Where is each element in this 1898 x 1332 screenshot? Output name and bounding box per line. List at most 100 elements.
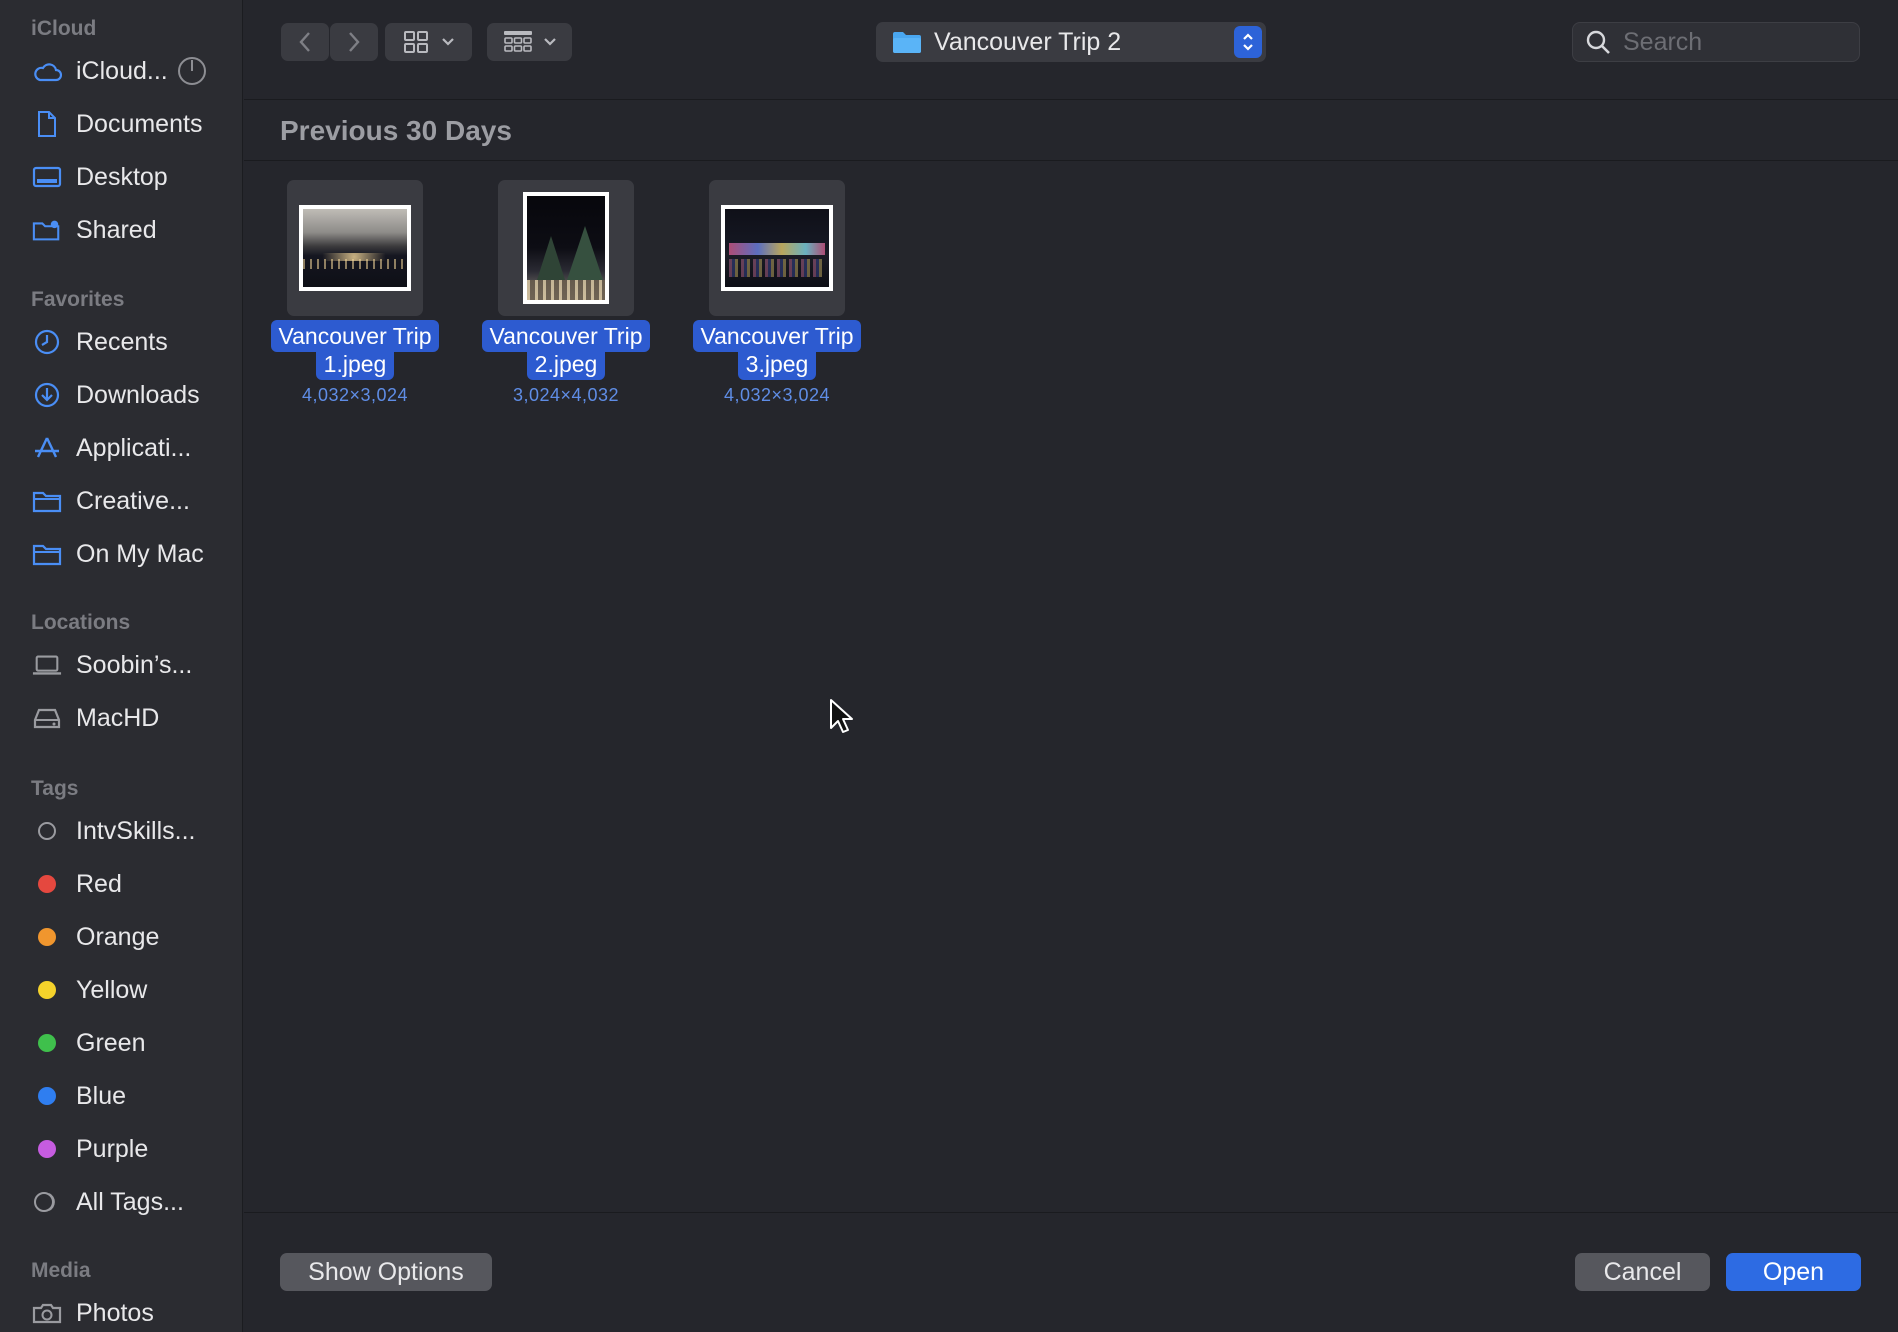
chevron-down-icon bbox=[441, 38, 454, 46]
cancel-button[interactable]: Cancel bbox=[1575, 1253, 1710, 1291]
document-icon bbox=[32, 109, 62, 139]
folder-icon bbox=[893, 32, 921, 53]
photo-thumbnail-city-night-icon bbox=[299, 205, 411, 291]
toolbar: Vancouver Trip 2 bbox=[244, 0, 1898, 100]
sidebar-section-media: Media bbox=[31, 1259, 91, 1282]
sidebar-item-creative-cloud[interactable]: Creative... bbox=[22, 478, 234, 524]
drive-icon bbox=[32, 703, 62, 733]
file-name: Vancouver Trip 1.jpeg 4,032×3,024 bbox=[244, 320, 466, 406]
sidebar-item-desktop[interactable]: Desktop bbox=[22, 154, 234, 200]
file-dimensions: 4,032×3,024 bbox=[301, 385, 409, 405]
photo-thumbnail-trees-night-icon bbox=[523, 192, 609, 304]
forward-button[interactable] bbox=[330, 23, 378, 61]
tag-empty-icon bbox=[32, 816, 62, 846]
file-name: Vancouver Trip 2.jpeg 3,024×4,032 bbox=[455, 320, 677, 406]
search-field[interactable] bbox=[1572, 22, 1860, 62]
file-thumbnail bbox=[287, 180, 423, 316]
sidebar-tag-intvskills[interactable]: IntvSkills... bbox=[22, 808, 234, 854]
file-name-line2: 2.jpeg bbox=[526, 350, 606, 380]
group-grid-icon bbox=[503, 31, 532, 52]
all-tags-icon bbox=[32, 1187, 62, 1217]
sidebar-item-photos[interactable]: Photos bbox=[22, 1290, 234, 1332]
sidebar-item-label: iCloud... bbox=[76, 56, 168, 85]
folder-icon bbox=[32, 539, 62, 569]
file-name-line1: Vancouver Trip bbox=[270, 320, 440, 352]
sidebar-item-label: Orange bbox=[76, 922, 160, 951]
sidebar-item-label: Documents bbox=[76, 109, 203, 138]
sidebar-tag-purple[interactable]: Purple bbox=[22, 1126, 234, 1172]
sync-progress-icon bbox=[177, 57, 206, 85]
group-header-title: Previous 30 Days bbox=[280, 115, 512, 146]
sidebar-item-label: Purple bbox=[76, 1134, 149, 1163]
sidebar-item-label: Blue bbox=[76, 1081, 127, 1110]
file-thumbnail bbox=[709, 180, 845, 316]
popup-stepper-icon bbox=[1234, 26, 1262, 58]
file-thumbnail bbox=[498, 180, 634, 316]
sidebar-item-label: Soobin’s... bbox=[76, 650, 193, 679]
sidebar-item-label: On My Mac bbox=[76, 539, 204, 568]
file-name-line1: Vancouver Trip bbox=[481, 320, 651, 352]
sidebar-item-label: Downloads bbox=[76, 380, 200, 409]
sidebar-item-label: Recents bbox=[76, 327, 168, 356]
sidebar-item-recents[interactable]: Recents bbox=[22, 319, 234, 365]
chevron-left-icon bbox=[299, 32, 310, 52]
file-item-1[interactable]: Vancouver Trip 1.jpeg 4,032×3,024 bbox=[244, 180, 444, 410]
sidebar-item-applications[interactable]: Applicati... bbox=[22, 425, 234, 471]
search-input[interactable] bbox=[1623, 27, 1843, 57]
orange-tag-icon bbox=[32, 922, 62, 952]
sidebar-item-shared[interactable]: Shared bbox=[22, 207, 234, 253]
location-popup[interactable]: Vancouver Trip 2 bbox=[876, 22, 1266, 62]
sidebar-tag-all-tags[interactable]: All Tags... bbox=[22, 1179, 234, 1225]
sidebar-tag-blue[interactable]: Blue bbox=[22, 1073, 234, 1119]
sidebar-tag-red[interactable]: Red bbox=[22, 861, 234, 907]
group-by-button[interactable] bbox=[487, 23, 572, 61]
purple-tag-icon bbox=[32, 1134, 62, 1164]
chevron-down-icon bbox=[543, 38, 556, 46]
sidebar-item-label: Red bbox=[76, 869, 122, 898]
photo-thumbnail-waterfront-night-icon bbox=[721, 205, 833, 291]
bottom-bar: Show Options Cancel Open bbox=[244, 1212, 1898, 1332]
mouse-pointer-icon bbox=[830, 699, 853, 733]
sidebar-item-label: IntvSkills... bbox=[76, 816, 196, 845]
sidebar-item-label: All Tags... bbox=[76, 1187, 184, 1216]
sidebar-item-downloads[interactable]: Downloads bbox=[22, 372, 234, 418]
sidebar-item-label: Desktop bbox=[76, 162, 168, 191]
red-tag-icon bbox=[32, 869, 62, 899]
sidebar-item-label: Photos bbox=[76, 1298, 154, 1327]
sidebar-item-label: Green bbox=[76, 1028, 146, 1057]
back-button[interactable] bbox=[281, 23, 329, 61]
sidebar-item-machd[interactable]: MacHD bbox=[22, 695, 234, 741]
file-dimensions: 4,032×3,024 bbox=[723, 385, 831, 405]
icon-grid-icon bbox=[403, 31, 428, 53]
sidebar-tag-yellow[interactable]: Yellow bbox=[22, 967, 234, 1013]
sidebar-section-tags: Tags bbox=[31, 777, 79, 800]
sidebar-item-documents[interactable]: Documents bbox=[22, 101, 234, 147]
camera-icon bbox=[32, 1298, 62, 1328]
clock-icon bbox=[32, 327, 62, 357]
laptop-icon bbox=[32, 650, 62, 680]
sidebar-item-label: Applicati... bbox=[76, 433, 192, 462]
file-name-line1: Vancouver Trip bbox=[692, 320, 862, 352]
file-dimensions: 3,024×4,032 bbox=[512, 385, 620, 405]
sidebar-section-locations: Locations bbox=[31, 611, 131, 634]
cloud-icon bbox=[32, 56, 62, 86]
sidebar-item-label: Creative... bbox=[76, 486, 190, 515]
sidebar-item-on-my-mac[interactable]: On My Mac bbox=[22, 531, 234, 577]
sidebar-item-computer[interactable]: Soobin’s... bbox=[22, 642, 234, 688]
desktop-icon bbox=[32, 162, 62, 192]
open-button[interactable]: Open bbox=[1726, 1253, 1861, 1291]
file-name: Vancouver Trip 3.jpeg 4,032×3,024 bbox=[666, 320, 888, 406]
sidebar-item-icloud-drive[interactable]: iCloud... bbox=[22, 48, 234, 94]
file-name-line2: 3.jpeg bbox=[737, 350, 817, 380]
show-options-button[interactable]: Show Options bbox=[280, 1253, 492, 1291]
sidebar-tag-orange[interactable]: Orange bbox=[22, 914, 234, 960]
view-mode-button[interactable] bbox=[385, 23, 472, 61]
open-file-dialog: iCloud iCloud... Documents Desktop Share… bbox=[0, 0, 1898, 1332]
group-header: Previous 30 Days bbox=[244, 101, 1898, 161]
file-item-2[interactable]: Vancouver Trip 2.jpeg 3,024×4,032 bbox=[455, 180, 655, 410]
sidebar-item-label: MacHD bbox=[76, 703, 160, 732]
shared-folder-icon bbox=[32, 215, 62, 245]
current-folder-label: Vancouver Trip 2 bbox=[934, 27, 1122, 56]
file-item-3[interactable]: Vancouver Trip 3.jpeg 4,032×3,024 bbox=[666, 180, 866, 410]
sidebar-tag-green[interactable]: Green bbox=[22, 1020, 234, 1066]
